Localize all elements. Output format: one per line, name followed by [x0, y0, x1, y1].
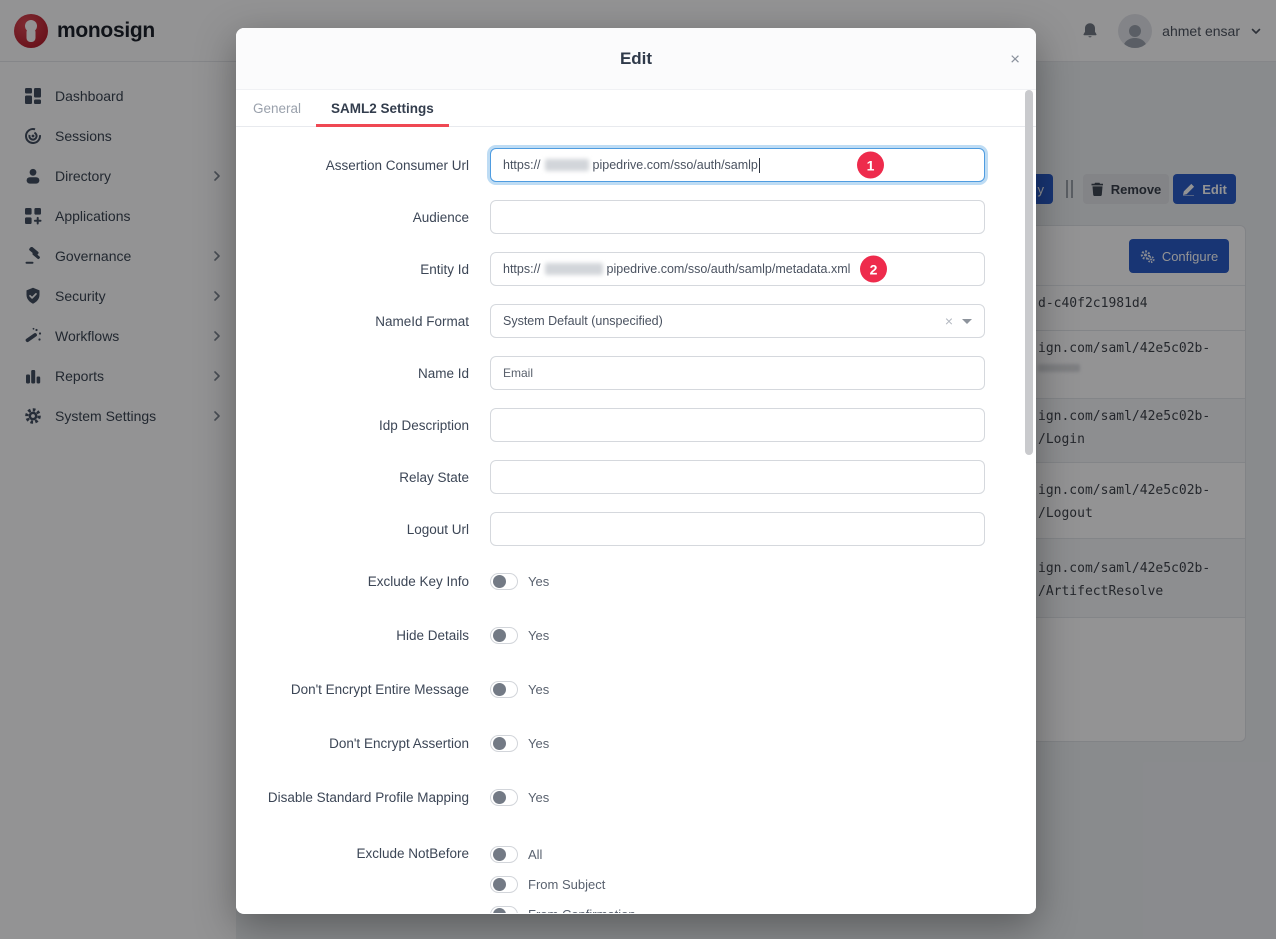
- exclude-notbefore-from-subject-toggle[interactable]: [490, 876, 518, 893]
- modal-title: Edit: [620, 49, 652, 69]
- form-row-exclude-notbefore: Exclude NotBefore All From Subject From …: [236, 834, 1036, 913]
- form-row-dont-encrypt-entire-message: Don't Encrypt Entire Message Yes: [236, 672, 1036, 706]
- form-row-idp-description: Idp Description: [236, 408, 1036, 442]
- modal-tabs: General SAML2 Settings: [236, 90, 1036, 127]
- audience-input[interactable]: [490, 200, 985, 234]
- masked-url-segment: [545, 263, 603, 275]
- modal-header: Edit ×: [236, 28, 1036, 90]
- exclude-notbefore-from-confirmation-toggle[interactable]: [490, 906, 518, 914]
- idp-description-input[interactable]: [490, 408, 985, 442]
- text-cursor: [759, 158, 760, 173]
- step-badge-1: 1: [857, 152, 884, 179]
- form-row-entity-id: Entity Id https:// pipedrive.com/sso/aut…: [236, 252, 1036, 286]
- name-id-input[interactable]: Email: [490, 356, 985, 390]
- logout-url-input[interactable]: [490, 512, 985, 546]
- masked-url-segment: [545, 159, 589, 171]
- close-icon[interactable]: ×: [1010, 50, 1020, 67]
- form-row-dont-encrypt-assertion: Don't Encrypt Assertion Yes: [236, 726, 1036, 760]
- form-row-relay-state: Relay State: [236, 460, 1036, 494]
- dont-encrypt-assertion-toggle[interactable]: [490, 735, 518, 752]
- edit-modal: Edit × General SAML2 Settings Assertion …: [236, 28, 1036, 914]
- form-row-assertion-consumer-url: Assertion Consumer Url https:// pipedriv…: [236, 148, 1036, 182]
- form-row-disable-standard-profile-mapping: Disable Standard Profile Mapping Yes: [236, 780, 1036, 814]
- hide-details-toggle[interactable]: [490, 627, 518, 644]
- select-caret-icon[interactable]: [962, 319, 972, 324]
- disable-standard-profile-mapping-toggle[interactable]: [490, 789, 518, 806]
- exclude-notbefore-all-toggle[interactable]: [490, 846, 518, 863]
- form-row-logout-url: Logout Url: [236, 512, 1036, 546]
- step-badge-2: 2: [860, 256, 887, 283]
- dont-encrypt-entire-message-toggle[interactable]: [490, 681, 518, 698]
- form-row-hide-details: Hide Details Yes: [236, 618, 1036, 652]
- form-row-nameid-format: NameId Format System Default (unspecifie…: [236, 304, 1036, 338]
- modal-scrollbar-thumb[interactable]: [1025, 90, 1033, 455]
- nameid-format-select[interactable]: System Default (unspecified): [490, 304, 985, 338]
- exclude-key-info-toggle[interactable]: [490, 573, 518, 590]
- form-row-name-id: Name Id Email: [236, 356, 1036, 390]
- relay-state-input[interactable]: [490, 460, 985, 494]
- form-row-exclude-key-info: Exclude Key Info Yes: [236, 564, 1036, 598]
- assertion-consumer-url-input[interactable]: https:// pipedrive.com/sso/auth/samlp: [490, 148, 985, 182]
- entity-id-input[interactable]: https:// pipedrive.com/sso/auth/samlp/me…: [490, 252, 985, 286]
- clear-selection-icon[interactable]: ×: [945, 314, 953, 328]
- tab-saml2-settings[interactable]: SAML2 Settings: [316, 90, 449, 126]
- tab-general[interactable]: General: [238, 90, 316, 126]
- form-row-audience: Audience: [236, 200, 1036, 234]
- modal-body: Assertion Consumer Url https:// pipedriv…: [236, 127, 1036, 913]
